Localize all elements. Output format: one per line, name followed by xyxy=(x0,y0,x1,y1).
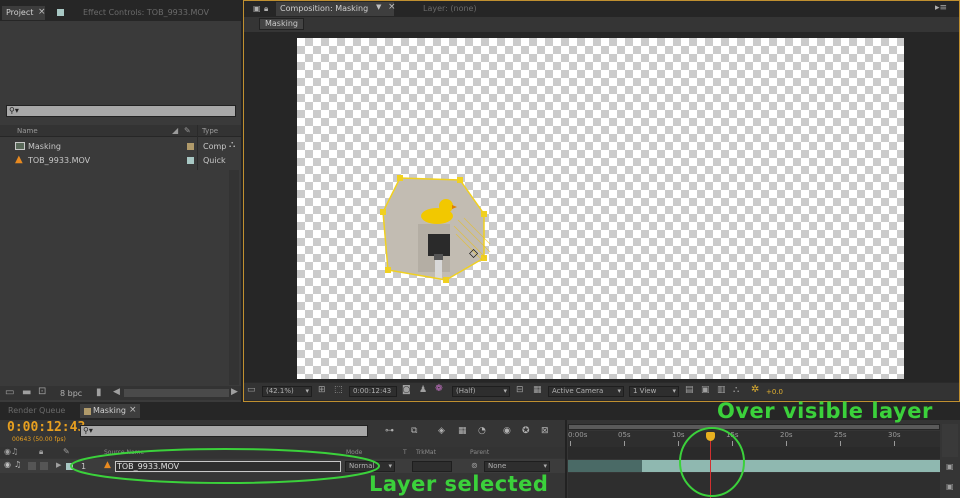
layer-selected-annotation: Layer selected xyxy=(369,472,549,496)
over-visible-layer-annotation: Over visible layer xyxy=(717,399,933,423)
layer-selected-highlight xyxy=(70,448,380,484)
over-visible-layer-highlight xyxy=(679,427,745,497)
annotation-overlay xyxy=(70,427,745,497)
